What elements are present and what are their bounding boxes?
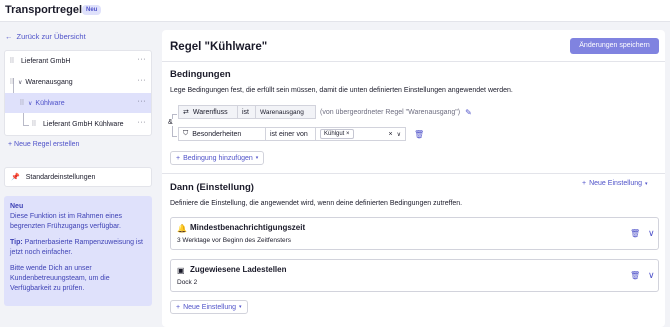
tree-item-label: Warenausgang <box>25 78 73 86</box>
tree-item-kuehlware[interactable]: ⠿ ∨ Kühlware ··· <box>5 93 151 113</box>
info-tip: Tip: Partnerbasierte Rampenzuweisung ist… <box>10 238 146 258</box>
new-setting-button[interactable]: + Neue Einstellung ▾ <box>170 300 248 314</box>
info-text: Diese Funktion ist im Rahmen eines begre… <box>10 213 123 230</box>
tree-item-warenausgang[interactable]: ⠿ ∨ Warenausgang ··· <box>5 72 151 92</box>
conditions-title: Bedingungen <box>170 69 231 80</box>
back-link-label: Zurück zur Übersicht <box>16 32 86 41</box>
condition-field[interactable]: ⛉ Besonderheiten <box>178 127 266 141</box>
inherited-note: (von übergeordneter Regel "Warenausgang"… <box>320 108 461 116</box>
chevron-down-icon[interactable]: ∨ <box>648 270 655 281</box>
condition-field: ⇄ Warenfluss <box>178 105 238 119</box>
condition-operator[interactable]: ist einer von <box>266 127 316 141</box>
drag-handle-icon[interactable]: ⠿ <box>9 78 15 86</box>
info-box: Neu Diese Funktion ist im Rahmen eines b… <box>4 196 152 306</box>
drag-handle-icon[interactable]: ⠿ <box>19 99 25 107</box>
chevron-down-icon[interactable]: ∨ <box>28 100 32 107</box>
tree-item-lieferant[interactable]: ⠿ Lieferant GmbH ··· <box>5 51 151 71</box>
plus-icon: + <box>582 180 587 187</box>
save-button[interactable]: Änderungen speichern <box>570 38 659 54</box>
more-icon[interactable]: ··· <box>138 56 147 63</box>
top-bar: Transportregeln Neu <box>0 0 670 22</box>
chevron-down-icon[interactable]: ∨ <box>18 79 22 86</box>
new-badge: Neu <box>82 5 102 15</box>
setting-card[interactable]: 🔔 Mindestbenachrichtigungszeit 3 Werktag… <box>170 217 659 250</box>
new-rule-link[interactable]: + Neue Regel erstellen <box>8 141 79 148</box>
standard-settings-label: Standardeinstellungen <box>25 173 96 181</box>
more-icon[interactable]: ··· <box>138 98 147 105</box>
plus-icon: + <box>176 154 181 162</box>
setting-value: 3 Werktage vor Beginn des Zeitfensters <box>177 237 292 244</box>
new-setting-link[interactable]: + Neue Einstellung ▾ <box>582 180 648 187</box>
chevron-down-icon[interactable]: ∨ <box>648 228 655 239</box>
then-title: Dann (Einstellung) <box>170 182 254 193</box>
setting-name: Mindestbenachrichtigungszeit <box>190 223 306 232</box>
chip-label: Kühlgut <box>324 131 345 137</box>
condition-operator: ist <box>238 105 256 119</box>
setting-card[interactable]: ▣ Zugewiesene Ladestellen Dock 2 🗑 ∨ <box>170 259 659 292</box>
delete-icon[interactable]: 🗑 <box>630 271 640 280</box>
more-icon[interactable]: ··· <box>138 119 147 126</box>
notification-icon: 🔔 <box>177 224 187 233</box>
setting-name: Zugewiesene Ladestellen <box>190 265 287 274</box>
rule-tree: ⠿ Lieferant GmbH ··· ⠿ ∨ Warenausgang ··… <box>4 50 152 136</box>
shield-icon: ⛉ <box>183 130 189 137</box>
condition-and-connector: & <box>168 119 173 126</box>
arrow-left-icon: ← <box>5 32 13 41</box>
new-setting-label: Neue Einstellung <box>589 180 643 187</box>
back-link[interactable]: ← Zurück zur Übersicht <box>5 32 86 41</box>
tip-label: Tip: <box>10 239 23 246</box>
divider <box>162 61 665 62</box>
edit-icon[interactable]: ✎ <box>465 108 472 117</box>
conditions-description: Lege Bedingungen fest, die erfüllt sein … <box>170 87 513 94</box>
chip-remove-icon[interactable]: × <box>346 131 350 137</box>
swap-icon: ⇄ <box>183 109 189 116</box>
new-setting-button-label: Neue Einstellung <box>183 303 237 311</box>
info-heading: Neu <box>10 203 24 210</box>
tip-text: Partnerbasierte Rampenzuweisung ist jetz… <box>10 239 143 256</box>
info-contact: Bitte wende Dich an unser Kundenbetreuun… <box>10 265 110 292</box>
then-description: Definiere die Einstellung, die angewende… <box>170 200 463 207</box>
caret-down-icon: ▾ <box>255 155 259 161</box>
tree-item-label: Lieferant GmbH Kühlware <box>43 120 124 128</box>
tree-item-label: Lieferant GmbH <box>21 57 71 65</box>
setting-value: Dock 2 <box>177 279 198 286</box>
more-icon[interactable]: ··· <box>138 77 147 84</box>
caret-down-icon: ▾ <box>239 304 242 310</box>
condition-value: Warenausgang <box>256 105 316 119</box>
clear-icon[interactable]: × <box>389 131 393 138</box>
caret-down-icon: ▾ <box>645 180 648 187</box>
tree-item-lieferant-kuehlware[interactable]: ⠿ Lieferant GmbH Kühlware ··· <box>5 114 151 134</box>
add-condition-button[interactable]: + Bedingung hinzufügen ▾ <box>170 151 265 165</box>
rule-panel: Regel "Kühlware" Änderungen speichern Be… <box>162 30 665 327</box>
plus-icon: + <box>176 303 181 311</box>
delete-icon[interactable]: 🗑 <box>414 130 424 139</box>
condition-row: ⛉ Besonderheiten ist einer von Kühlgut ×… <box>178 127 424 141</box>
pin-icon: 📌 <box>11 174 20 181</box>
chevron-down-icon[interactable]: ∨ <box>397 131 401 138</box>
dock-icon: ▣ <box>177 266 185 275</box>
drag-handle-icon[interactable]: ⠿ <box>9 57 15 65</box>
condition-value-select[interactable]: Kühlgut × × ∨ <box>316 127 406 141</box>
condition-field-label: Besonderheiten <box>192 130 242 138</box>
condition-field-label: Warenfluss <box>192 108 228 116</box>
condition-connector <box>172 136 177 137</box>
page-title: Regel "Kühlware" <box>170 41 268 53</box>
condition-row: ⇄ Warenfluss ist Warenausgang (von überg… <box>178 105 472 119</box>
tree-item-label: Kühlware <box>35 99 65 107</box>
standard-settings-item[interactable]: 📌 Standardeinstellungen <box>4 167 152 187</box>
condition-connector <box>172 114 177 115</box>
add-condition-label: Bedingung hinzufügen <box>183 154 253 162</box>
drag-handle-icon[interactable]: ⠿ <box>31 120 37 128</box>
chip-kuehlgut: Kühlgut × <box>320 129 354 139</box>
divider <box>162 173 665 174</box>
delete-icon[interactable]: 🗑 <box>630 229 640 238</box>
app-title: Transportregeln <box>5 4 89 16</box>
